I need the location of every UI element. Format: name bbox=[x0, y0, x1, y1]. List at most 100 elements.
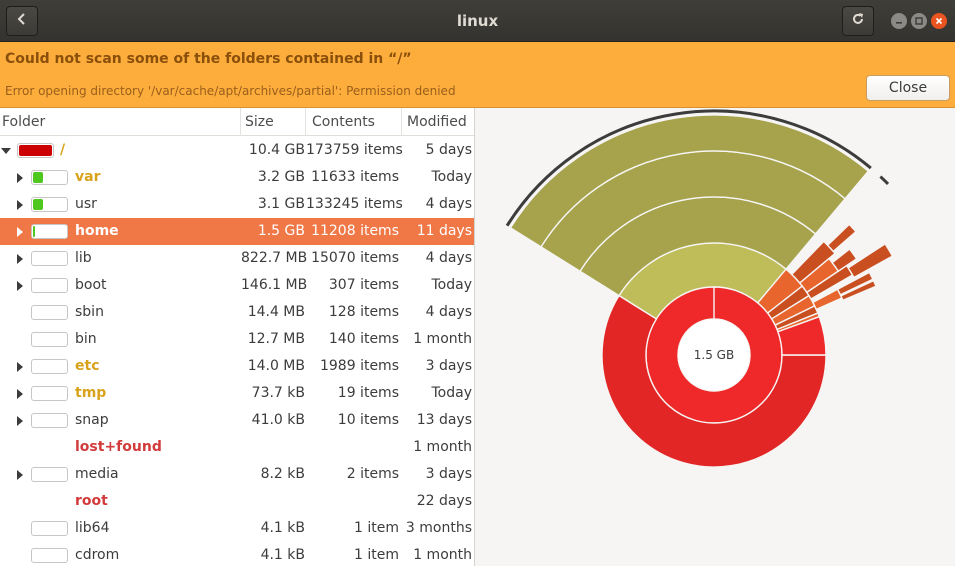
folder-name: lost+found bbox=[75, 439, 162, 455]
folder-modified: 13 days bbox=[416, 412, 472, 428]
folder-size: 822.7 MB bbox=[241, 250, 308, 266]
title-bar: linux bbox=[0, 0, 955, 42]
close-infobar-button[interactable]: Close bbox=[866, 75, 950, 101]
folder-contents-count: 10 items bbox=[337, 412, 399, 428]
column-header-size[interactable]: Size bbox=[241, 108, 306, 136]
column-header-contents[interactable]: Contents bbox=[306, 108, 402, 136]
tree-row[interactable]: root 22 days bbox=[0, 488, 474, 515]
tree-row[interactable]: media 8.2 kB 2 items 3 days bbox=[0, 461, 474, 488]
tree-row[interactable]: lib 822.7 MB 15070 items 4 days bbox=[0, 245, 474, 272]
size-percentage-bar bbox=[31, 386, 68, 401]
ring-chart[interactable]: 1.5 GB bbox=[476, 108, 955, 566]
tree-row[interactable]: lib64 4.1 kB 1 item 3 months bbox=[0, 515, 474, 542]
refresh-button[interactable] bbox=[842, 6, 874, 36]
refresh-icon bbox=[851, 12, 865, 30]
ring-outline-arc bbox=[879, 175, 890, 186]
expander-collapsed-icon[interactable] bbox=[17, 227, 23, 237]
tree-row[interactable]: snap 41.0 kB 10 items 13 days bbox=[0, 407, 474, 434]
expander-collapsed-icon[interactable] bbox=[17, 173, 23, 183]
folder-modified: 4 days bbox=[425, 196, 472, 212]
tree-header: Folder Size Contents Modified bbox=[0, 108, 474, 136]
folder-size: 3.1 GB bbox=[257, 196, 305, 212]
tree-row[interactable]: home 1.5 GB 11208 items 11 days bbox=[0, 218, 474, 245]
folder-modified: Today bbox=[431, 277, 473, 293]
folder-modified: 11 days bbox=[416, 223, 472, 239]
folder-modified: 3 months bbox=[405, 520, 472, 536]
folder-modified: 3 days bbox=[425, 358, 472, 374]
size-percentage-fill bbox=[33, 172, 43, 183]
folder-contents-count: 11633 items bbox=[311, 169, 399, 185]
folder-contents-count: 173759 items bbox=[306, 142, 403, 158]
folder-size: 12.7 MB bbox=[247, 331, 305, 347]
size-percentage-bar bbox=[31, 467, 68, 482]
folder-name: snap bbox=[75, 412, 109, 428]
folder-name: / bbox=[60, 142, 66, 158]
expander-collapsed-icon[interactable] bbox=[17, 281, 23, 291]
expander-collapsed-icon[interactable] bbox=[17, 416, 23, 426]
folder-contents-count: 140 items bbox=[328, 331, 399, 347]
ring-center-label: 1.5 GB bbox=[694, 348, 734, 362]
folder-size bbox=[241, 488, 305, 515]
tree-row[interactable]: var 3.2 GB 11633 items Today bbox=[0, 164, 474, 191]
folder-modified: 1 month bbox=[413, 331, 472, 347]
ring-chart-pane: 1.5 GB bbox=[476, 108, 955, 566]
close-window-button[interactable] bbox=[931, 13, 947, 29]
tree-row[interactable]: tmp 73.7 kB 19 items Today bbox=[0, 380, 474, 407]
size-percentage-bar bbox=[31, 170, 68, 185]
tree-row[interactable]: boot 146.1 MB 307 items Today bbox=[0, 272, 474, 299]
expander-collapsed-icon[interactable] bbox=[17, 470, 23, 480]
expander-collapsed-icon[interactable] bbox=[17, 200, 23, 210]
warning-title: Could not scan some of the folders conta… bbox=[5, 51, 412, 67]
size-percentage-bar bbox=[31, 305, 68, 320]
folder-name: lib bbox=[75, 250, 92, 266]
folder-name: var bbox=[75, 169, 101, 185]
folder-contents-count: 2 items bbox=[346, 466, 399, 482]
tree-row[interactable]: / 10.4 GB 173759 items 5 days bbox=[0, 137, 474, 164]
tree-row[interactable]: etc 14.0 MB 1989 items 3 days bbox=[0, 353, 474, 380]
size-percentage-bar bbox=[31, 413, 68, 428]
folder-size bbox=[241, 434, 305, 461]
folder-size: 1.5 GB bbox=[257, 223, 305, 239]
expander-collapsed-icon[interactable] bbox=[17, 389, 23, 399]
folder-contents-count: 307 items bbox=[328, 277, 399, 293]
maximize-button[interactable] bbox=[911, 13, 927, 29]
tree-row[interactable]: sbin 14.4 MB 128 items 4 days bbox=[0, 299, 474, 326]
expander-expanded-icon[interactable] bbox=[1, 148, 11, 154]
folder-size: 41.0 kB bbox=[251, 412, 305, 428]
folder-contents-count: 19 items bbox=[337, 385, 399, 401]
folder-contents-count: 1 item bbox=[354, 547, 399, 563]
tree-row[interactable]: bin 12.7 MB 140 items 1 month bbox=[0, 326, 474, 353]
folder-tree-view[interactable]: Folder Size Contents Modified / 10.4 GB 17… bbox=[0, 108, 475, 566]
tree-row[interactable]: cdrom 4.1 kB 1 item 1 month bbox=[0, 542, 474, 566]
column-header-modified[interactable]: Modified bbox=[402, 108, 474, 136]
expander-collapsed-icon[interactable] bbox=[17, 362, 23, 372]
folder-size: 73.7 kB bbox=[251, 385, 305, 401]
folder-size: 146.1 MB bbox=[241, 277, 308, 293]
expander-collapsed-icon[interactable] bbox=[17, 254, 23, 264]
folder-size: 14.4 MB bbox=[247, 304, 305, 320]
size-percentage-fill bbox=[33, 226, 35, 237]
folder-name: bin bbox=[75, 331, 97, 347]
tree-row[interactable]: usr 3.1 GB 133245 items 4 days bbox=[0, 191, 474, 218]
folder-modified: 4 days bbox=[425, 250, 472, 266]
maximize-icon bbox=[915, 13, 923, 29]
size-percentage-bar bbox=[31, 251, 68, 266]
folder-modified: 3 days bbox=[425, 466, 472, 482]
size-percentage-bar bbox=[31, 359, 68, 374]
size-percentage-fill bbox=[19, 145, 52, 156]
folder-name: root bbox=[75, 493, 108, 509]
folder-contents-count: 15070 items bbox=[311, 250, 399, 266]
folder-modified: 22 days bbox=[416, 493, 472, 509]
folder-contents-count: 11208 items bbox=[311, 223, 399, 239]
column-header-folder[interactable]: Folder bbox=[0, 108, 241, 136]
folder-name: boot bbox=[75, 277, 107, 293]
folder-modified: 1 month bbox=[413, 547, 472, 563]
folder-name: home bbox=[75, 223, 119, 239]
tree-row[interactable]: lost+found 1 month bbox=[0, 434, 474, 461]
minimize-icon bbox=[895, 13, 903, 29]
size-percentage-bar bbox=[31, 197, 68, 212]
folder-contents-count: 1989 items bbox=[319, 358, 399, 374]
ring-segment[interactable] bbox=[826, 223, 857, 253]
minimize-button[interactable] bbox=[891, 13, 907, 29]
folder-name: sbin bbox=[75, 304, 104, 320]
